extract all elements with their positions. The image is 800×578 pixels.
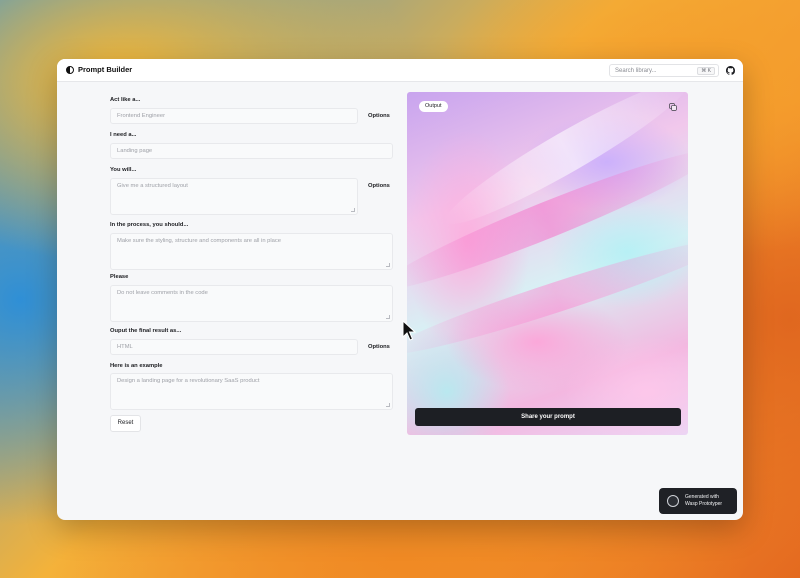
act-like-input[interactable]: Frontend Engineer xyxy=(110,108,358,124)
output-as-label: Ouput the final result as... xyxy=(110,328,182,334)
app-window: Prompt Builder Search library... ⌘ K Act… xyxy=(57,59,743,520)
example-placeholder: Design a landing page for a revolutionar… xyxy=(117,378,260,384)
wasp-line-1: Generated with xyxy=(685,494,719,500)
reset-button[interactable]: Reset xyxy=(110,415,141,432)
in-process-placeholder: Make sure the styling, structure and com… xyxy=(117,238,282,244)
example-textarea[interactable]: Design a landing page for a revolutionar… xyxy=(110,373,393,410)
example-label: Here is an example xyxy=(110,363,163,369)
wasp-text: Generated with Wasp Prototyper xyxy=(685,494,722,508)
i-need-input[interactable]: Landing page xyxy=(110,143,393,159)
resize-handle[interactable] xyxy=(386,263,390,267)
resize-handle[interactable] xyxy=(386,403,390,407)
output-as-placeholder: HTML xyxy=(117,344,133,350)
search-placeholder: Search library... xyxy=(615,67,657,74)
output-as-options-button[interactable]: Options xyxy=(368,344,390,350)
you-will-options-button[interactable]: Options xyxy=(368,183,390,189)
logo-icon xyxy=(66,66,74,74)
wasp-line-2: Wasp Prototyper xyxy=(685,501,723,507)
you-will-textarea[interactable]: Give me a structured layout xyxy=(110,178,358,215)
in-process-label: In the process, you should... xyxy=(110,222,189,228)
you-will-label: You will... xyxy=(110,167,137,173)
resize-handle[interactable] xyxy=(351,208,355,212)
in-process-textarea[interactable]: Make sure the styling, structure and com… xyxy=(110,233,393,270)
search-shortcut: ⌘ K xyxy=(697,67,715,75)
please-placeholder: Do not leave comments in the code xyxy=(117,290,208,296)
github-icon[interactable] xyxy=(726,66,735,75)
search-input[interactable]: Search library... ⌘ K xyxy=(609,64,719,77)
wasp-badge[interactable]: Generated with Wasp Prototyper xyxy=(659,488,737,514)
output-as-input[interactable]: HTML xyxy=(110,339,358,355)
output-panel: Output Share your prompt xyxy=(407,92,688,435)
i-need-placeholder: Landing page xyxy=(117,148,153,154)
mouse-cursor-icon xyxy=(402,320,416,341)
app-title: Prompt Builder xyxy=(78,65,133,74)
please-textarea[interactable]: Do not leave comments in the code xyxy=(110,285,393,322)
wasp-icon xyxy=(667,495,679,507)
please-label: Please xyxy=(110,274,129,280)
act-like-placeholder: Frontend Engineer xyxy=(117,113,166,119)
resize-handle[interactable] xyxy=(386,315,390,319)
share-prompt-button[interactable]: Share your prompt xyxy=(415,408,681,426)
act-like-options-button[interactable]: Options xyxy=(368,113,390,119)
act-like-label: Act like a... xyxy=(110,97,141,103)
you-will-placeholder: Give me a structured layout xyxy=(117,183,188,189)
i-need-label: I need a... xyxy=(110,132,137,138)
copy-icon[interactable] xyxy=(669,103,677,111)
output-badge: Output xyxy=(419,101,448,112)
title-bar: Prompt Builder Search library... ⌘ K xyxy=(57,59,743,82)
